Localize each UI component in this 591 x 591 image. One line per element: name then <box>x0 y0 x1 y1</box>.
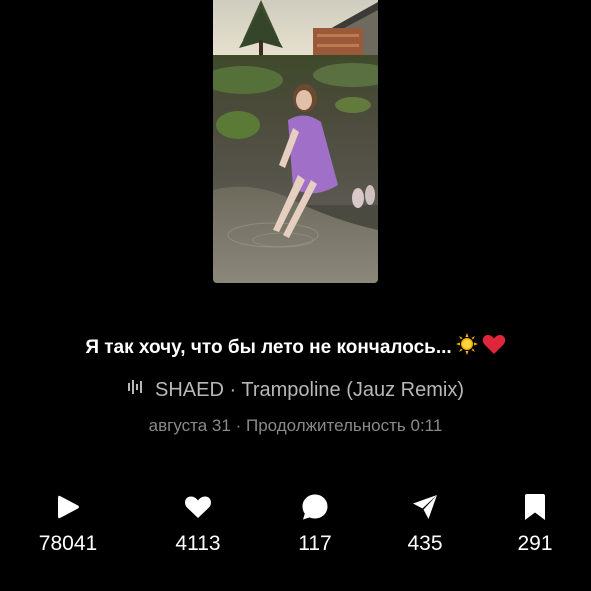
music-track[interactable]: SHAED · Trampoline (Jauz Remix) <box>0 377 591 404</box>
saves-count: 291 <box>517 532 553 555</box>
views-stat[interactable]: 78041 <box>23 492 113 556</box>
post-caption: Я так хочу, что бы лето не кончалось... <box>0 333 591 363</box>
comment-bubble-icon <box>270 492 360 522</box>
caption-text: Я так хочу, что бы лето не кончалось... <box>85 337 452 359</box>
likes-stat[interactable]: 4113 <box>153 492 243 556</box>
heart-icon <box>153 492 243 522</box>
music-separator: · <box>229 379 237 401</box>
video-thumbnail[interactable] <box>213 0 378 283</box>
shares-stat[interactable]: 435 <box>380 492 470 556</box>
views-count: 78041 <box>38 532 98 555</box>
red-heart-emoji-icon <box>482 333 506 363</box>
send-arrow-icon <box>380 492 470 522</box>
likes-count: 4113 <box>175 532 221 555</box>
shares-count: 435 <box>407 532 443 555</box>
meta-separator: · <box>235 416 242 435</box>
post-meta: августа 31 · Продолжительность 0:11 <box>0 414 591 438</box>
audio-wave-icon <box>127 376 149 402</box>
music-track-title: Trampoline (Jauz Remix) <box>241 379 464 401</box>
bookmark-icon <box>490 492 580 522</box>
comments-stat[interactable]: 117 <box>270 492 360 556</box>
saves-stat[interactable]: 291 <box>490 492 580 556</box>
post-date: августа 31 <box>148 416 231 435</box>
comments-count: 117 <box>298 532 332 555</box>
sun-emoji-icon <box>455 333 478 363</box>
post-duration: Продолжительность 0:11 <box>245 416 443 435</box>
play-icon <box>23 492 113 522</box>
music-artist: SHAED <box>155 379 224 401</box>
video-preview-image <box>213 0 378 283</box>
